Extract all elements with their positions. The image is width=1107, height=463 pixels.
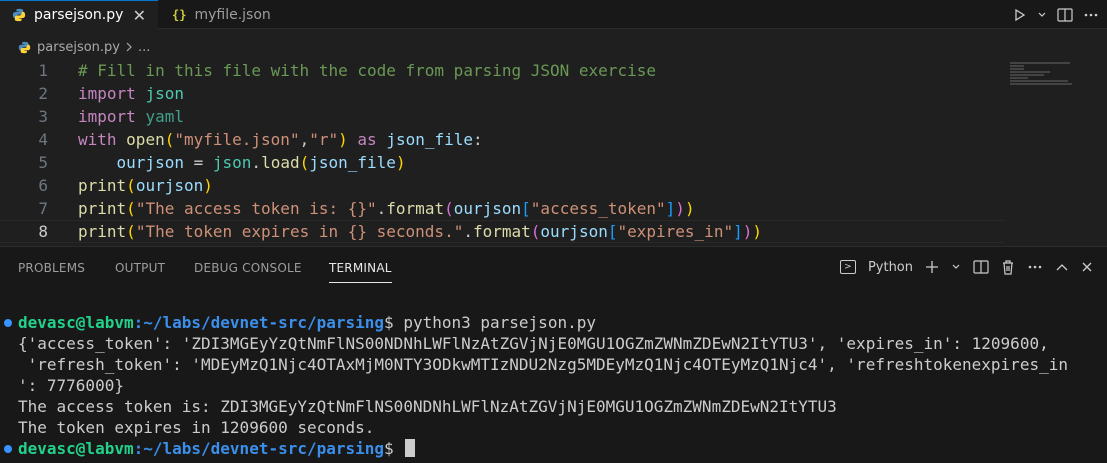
maximize-panel-icon[interactable] (1055, 262, 1069, 272)
terminal-prompt-line: devasc@labvm:~/labs/devnet-src/parsing$ (18, 439, 416, 460)
breadcrumb-more[interactable]: ... (138, 40, 150, 55)
minimap[interactable] (1010, 62, 1090, 92)
more-actions-icon[interactable] (1027, 264, 1043, 270)
code-line: 5 ourjson = json.load(json_file) (0, 151, 1004, 174)
panel-actions: > Python (839, 259, 1093, 275)
python-icon (12, 8, 26, 22)
code-text: print("The token expires in {} seconds."… (78, 222, 762, 241)
code-text: import json (78, 84, 184, 103)
tab-label: parsejson.py (34, 7, 124, 23)
tab-problems[interactable]: PROBLEMS (18, 261, 85, 275)
line-number: 5 (38, 153, 48, 172)
line-number: 3 (38, 107, 48, 126)
terminal-icon[interactable]: > (839, 260, 856, 274)
terminal-output-line: {'access_token': 'ZDI3MGEyYzQtNmFlNS00ND… (18, 334, 1049, 353)
code-text: import yaml (78, 107, 184, 126)
terminal-shell-label[interactable]: Python (868, 260, 913, 275)
code-text: print("The access token is: {}".format(o… (78, 199, 695, 218)
prompt-symbol: $ (384, 439, 394, 458)
code-text: with open("myfile.json","r") as json_fil… (78, 130, 483, 149)
terminal-command: python3 parsejson.py (393, 313, 596, 332)
code-line: 6 print(ourjson) (0, 174, 1004, 197)
terminal-output-line: The token expires in 1209600 seconds. (18, 418, 375, 437)
terminal-prompt-line: devasc@labvm:~/labs/devnet-src/parsing$ … (18, 313, 596, 334)
line-number: 4 (38, 130, 48, 149)
line-number: 2 (38, 84, 48, 103)
code-text: # Fill in this file with the code from p… (78, 61, 656, 80)
tab-myfile-json[interactable]: {} myfile.json (158, 0, 298, 29)
python-icon (18, 41, 31, 53)
chevron-down-icon[interactable] (951, 262, 961, 272)
prompt-user: devasc@labvm (18, 313, 134, 332)
close-icon[interactable]: ✕ (133, 6, 146, 25)
split-terminal-icon[interactable] (973, 260, 989, 274)
plus-icon[interactable] (925, 260, 939, 274)
terminal-cursor (405, 439, 416, 457)
code-line: 4 with open("myfile.json","r") as json_f… (0, 128, 1004, 151)
tab-parsejson[interactable]: parsejson.py ✕ (0, 0, 158, 29)
code-text: print(ourjson) (78, 176, 213, 195)
editor-actions (1013, 0, 1099, 29)
json-icon: {} (172, 7, 187, 22)
prompt-user: devasc@labvm (18, 439, 134, 458)
prompt-path: :~/labs/devnet-src/parsing (133, 439, 385, 458)
code-text: ourjson = json.load(json_file) (116, 153, 406, 172)
tab-terminal[interactable]: TERMINAL (329, 261, 392, 275)
panel-tab-bar: PROBLEMS OUTPUT DEBUG CONSOLE TERMINAL >… (0, 247, 1107, 291)
line-number: 7 (38, 199, 48, 218)
terminal-output-line: 'refresh_token': 'MDEyMzQ1Njc4OTAxMjM0NT… (18, 355, 1068, 374)
line-number: 1 (38, 61, 48, 80)
active-tab-indicator (329, 282, 392, 283)
code-editor[interactable]: 1 # Fill in this file with the code from… (0, 59, 1107, 245)
split-editor-icon[interactable] (1057, 7, 1073, 22)
command-status-dot[interactable] (4, 445, 12, 453)
line-number: 6 (38, 176, 48, 195)
terminal-output-line: The access token is: ZDI3MGEyYzQtNmFlNS0… (18, 397, 837, 416)
code-line: 2 import json (0, 82, 1004, 105)
code-line: 3 import yaml (0, 105, 1004, 128)
code-line-current: 8 print("The token expires in {} seconds… (0, 220, 1004, 243)
run-icon[interactable] (1013, 8, 1027, 22)
line-number: 8 (38, 222, 48, 241)
chevron-down-icon[interactable] (1037, 10, 1047, 20)
editor-tab-bar: parsejson.py ✕ {} myfile.json (0, 0, 1107, 29)
tab-debug-console[interactable]: DEBUG CONSOLE (194, 261, 302, 275)
code-line: 1 # Fill in this file with the code from… (0, 59, 1004, 82)
bottom-panel: PROBLEMS OUTPUT DEBUG CONSOLE TERMINAL >… (0, 246, 1107, 463)
prompt-symbol: $ (384, 313, 394, 332)
more-actions-icon[interactable] (1083, 12, 1099, 18)
tab-output[interactable]: OUTPUT (115, 261, 165, 275)
breadcrumb: parsejson.py ... (0, 36, 150, 58)
code-line: 7 print("The access token is: {}".format… (0, 197, 1004, 220)
chevron-right-icon (126, 42, 132, 52)
trash-icon[interactable] (1001, 259, 1015, 275)
command-success-dot[interactable] (4, 319, 12, 327)
breadcrumb-file[interactable]: parsejson.py (37, 40, 120, 55)
terminal-output-line: ': 7776000} (18, 376, 124, 395)
tab-label: myfile.json (194, 6, 271, 23)
close-icon[interactable] (1081, 261, 1093, 273)
prompt-path: :~/labs/devnet-src/parsing (133, 313, 385, 332)
